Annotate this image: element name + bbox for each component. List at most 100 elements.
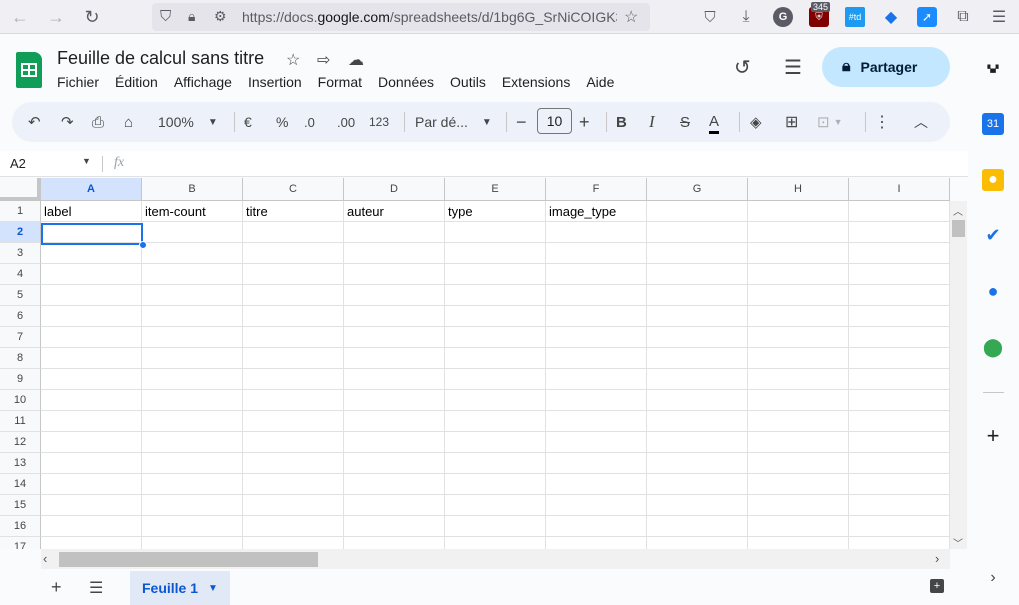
cell-i8[interactable] <box>849 348 950 369</box>
cell-h3[interactable] <box>748 243 849 264</box>
version-history-icon[interactable]: ↺ <box>734 55 751 80</box>
cell-e1[interactable]: type <box>445 201 546 222</box>
cell-e17[interactable] <box>445 537 546 549</box>
cell-f5[interactable] <box>546 285 647 306</box>
cell-f16[interactable] <box>546 516 647 537</box>
cell-c16[interactable] <box>243 516 344 537</box>
more-formats-button[interactable]: 123 <box>369 112 389 132</box>
cell-i1[interactable] <box>849 201 950 222</box>
cell-f12[interactable] <box>546 432 647 453</box>
cell-i3[interactable] <box>849 243 950 264</box>
cell-b3[interactable] <box>142 243 243 264</box>
cell-h15[interactable] <box>748 495 849 516</box>
cell-b12[interactable] <box>142 432 243 453</box>
cell-a15[interactable] <box>41 495 142 516</box>
scroll-right-icon[interactable]: › <box>935 551 939 566</box>
cell-a8[interactable] <box>41 348 142 369</box>
cell-c12[interactable] <box>243 432 344 453</box>
tweetdeck-icon[interactable]: #td <box>845 7 865 27</box>
explore-icon[interactable]: + <box>930 579 944 593</box>
currency-format-button[interactable]: € <box>244 112 252 132</box>
menu-view[interactable]: Affichage <box>174 74 232 90</box>
cell-h10[interactable] <box>748 390 849 411</box>
horizontal-scroll-thumb[interactable] <box>59 552 318 567</box>
row-header-15[interactable]: 15 <box>0 495 41 516</box>
comments-icon[interactable]: ☰ <box>784 55 802 80</box>
cell-g8[interactable] <box>647 348 748 369</box>
italic-button[interactable]: I <box>649 112 655 132</box>
download-icon[interactable]: ⤓ <box>736 7 756 27</box>
cell-f13[interactable] <box>546 453 647 474</box>
cell-i7[interactable] <box>849 327 950 348</box>
active-cell-selection[interactable] <box>41 223 143 245</box>
cell-b9[interactable] <box>142 369 243 390</box>
reload-icon[interactable]: ↻ <box>80 5 104 29</box>
cell-a4[interactable] <box>41 264 142 285</box>
row-header-10[interactable]: 10 <box>0 390 41 411</box>
undo-icon[interactable]: ↶ <box>28 112 41 132</box>
row-header-4[interactable]: 4 <box>0 264 41 285</box>
decrease-font-size-button[interactable]: − <box>516 112 527 132</box>
cell-b15[interactable] <box>142 495 243 516</box>
cell-d7[interactable] <box>344 327 445 348</box>
cell-a10[interactable] <box>41 390 142 411</box>
cell-h11[interactable] <box>748 411 849 432</box>
google-calendar-icon[interactable]: 31 <box>982 113 1004 135</box>
cell-c13[interactable] <box>243 453 344 474</box>
cell-a6[interactable] <box>41 306 142 327</box>
cell-d14[interactable] <box>344 474 445 495</box>
cell-f17[interactable] <box>546 537 647 549</box>
cell-e14[interactable] <box>445 474 546 495</box>
cell-h12[interactable] <box>748 432 849 453</box>
cell-g4[interactable] <box>647 264 748 285</box>
menu-edit[interactable]: Édition <box>115 74 158 90</box>
document-title[interactable]: Feuille de calcul sans titre <box>57 48 264 69</box>
cell-i16[interactable] <box>849 516 950 537</box>
cell-e5[interactable] <box>445 285 546 306</box>
scroll-down-icon[interactable]: ﹀ <box>953 535 963 550</box>
row-header-11[interactable]: 11 <box>0 411 41 432</box>
cell-h16[interactable] <box>748 516 849 537</box>
select-all-corner[interactable] <box>0 178 41 201</box>
cell-e6[interactable] <box>445 306 546 327</box>
decrease-decimal-button[interactable]: .0 <box>304 112 315 132</box>
cell-b13[interactable] <box>142 453 243 474</box>
cell-e11[interactable] <box>445 411 546 432</box>
cell-c17[interactable] <box>243 537 344 549</box>
column-header-c[interactable]: C <box>243 178 344 201</box>
cell-e16[interactable] <box>445 516 546 537</box>
shield-icon[interactable]: ⛉ <box>160 8 171 25</box>
borders-icon[interactable]: ⊞ <box>785 112 798 132</box>
all-sheets-icon[interactable]: ☰ <box>89 578 103 598</box>
cell-d12[interactable] <box>344 432 445 453</box>
font-family-select[interactable]: Par dé... ▼ <box>415 112 492 132</box>
column-header-a[interactable]: A <box>41 178 142 201</box>
cell-a14[interactable] <box>41 474 142 495</box>
cell-e9[interactable] <box>445 369 546 390</box>
cell-e3[interactable] <box>445 243 546 264</box>
profile-avatar[interactable]: G <box>773 7 793 27</box>
star-icon[interactable]: ☆ <box>286 50 300 70</box>
cell-e2[interactable] <box>445 222 546 243</box>
cell-c11[interactable] <box>243 411 344 432</box>
bookmark-star-icon[interactable]: ☆ <box>624 7 638 27</box>
row-header-1[interactable]: 1 <box>0 201 41 222</box>
cell-b1[interactable]: item-count <box>142 201 243 222</box>
cell-e13[interactable] <box>445 453 546 474</box>
cell-e12[interactable] <box>445 432 546 453</box>
cell-f10[interactable] <box>546 390 647 411</box>
google-tasks-icon[interactable]: ✔ <box>982 224 1004 246</box>
cell-c14[interactable] <box>243 474 344 495</box>
cell-h13[interactable] <box>748 453 849 474</box>
move-folder-icon[interactable]: ⇨ <box>317 50 330 70</box>
cell-d17[interactable] <box>344 537 445 549</box>
cell-i2[interactable] <box>849 222 950 243</box>
cell-d2[interactable] <box>344 222 445 243</box>
cell-f2[interactable] <box>546 222 647 243</box>
cell-e10[interactable] <box>445 390 546 411</box>
cell-h8[interactable] <box>748 348 849 369</box>
increase-decimal-button[interactable]: .00 <box>337 112 355 132</box>
cell-d10[interactable] <box>344 390 445 411</box>
cell-c6[interactable] <box>243 306 344 327</box>
print-icon[interactable]: ⎙ <box>92 112 104 132</box>
